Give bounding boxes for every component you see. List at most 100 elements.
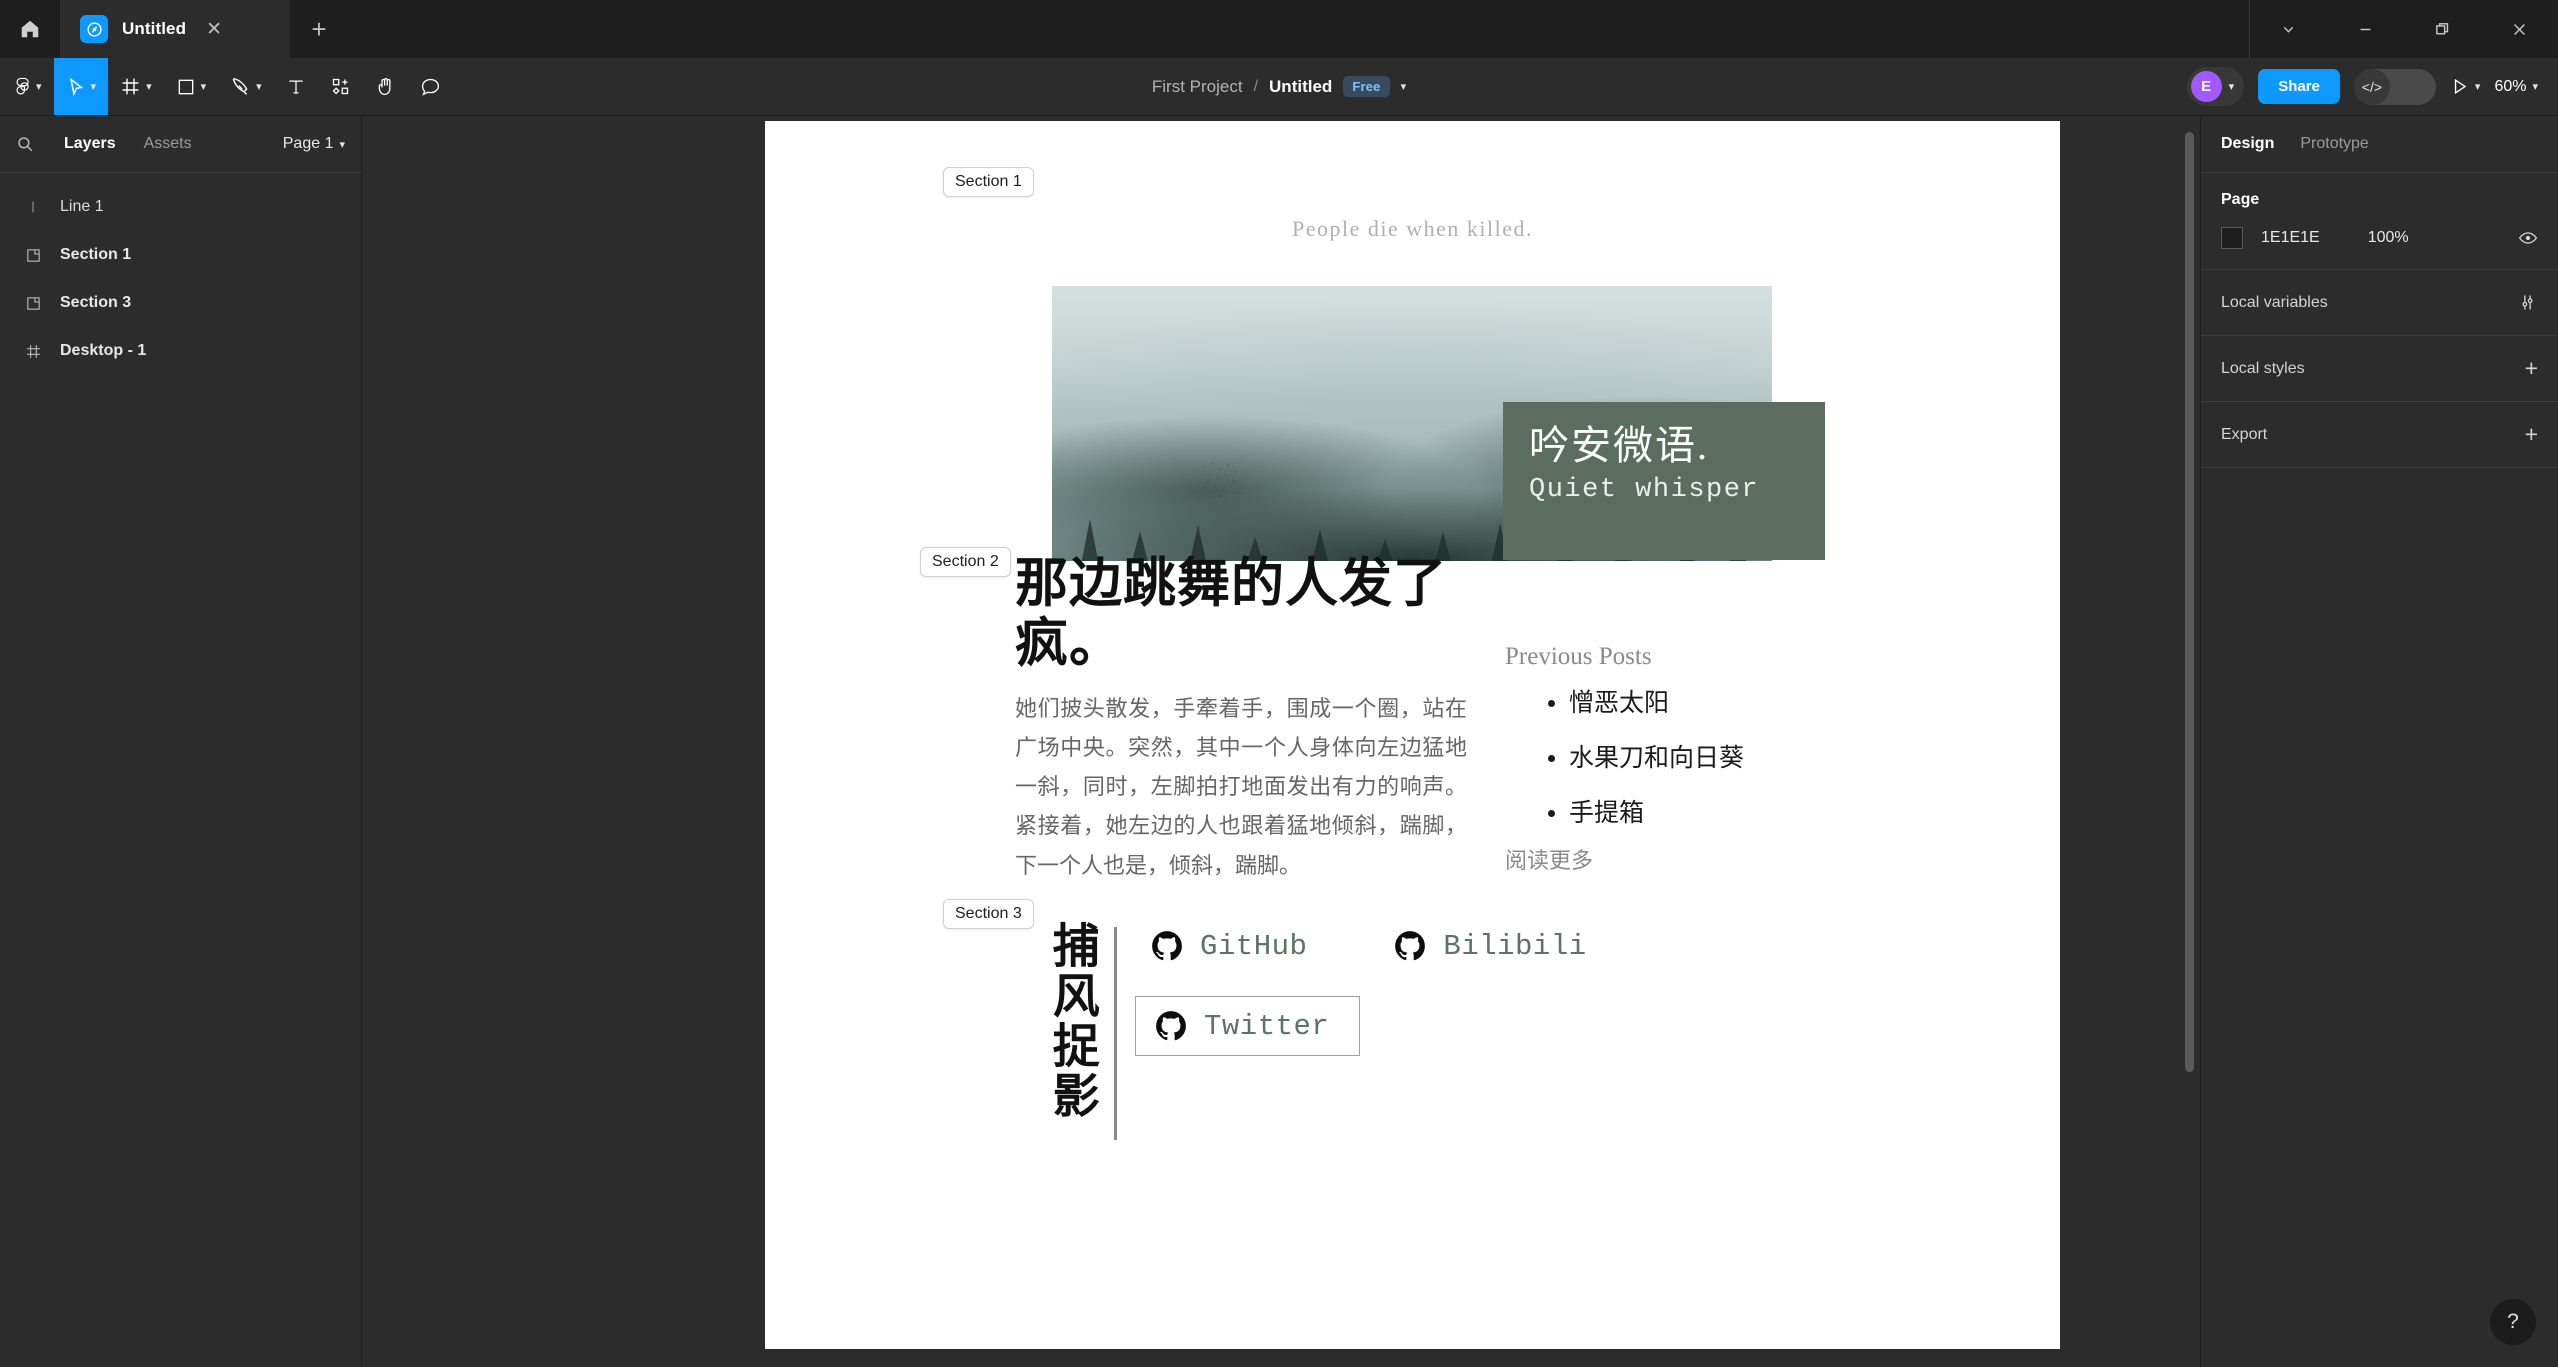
row-export[interactable]: Export +: [2201, 402, 2558, 468]
page-frame[interactable]: Section 1 People die when killed. 吟安微语. …: [765, 121, 2060, 1349]
github-icon: [1154, 1009, 1188, 1043]
section-badge-2[interactable]: Section 2: [920, 547, 1011, 577]
tab-design[interactable]: Design: [2221, 135, 2274, 153]
cursor-icon: [66, 77, 86, 97]
layer-row-desktop-1[interactable]: Desktop - 1: [0, 327, 361, 375]
previous-posts-title: Previous Posts: [1505, 643, 1652, 670]
main-toolbar: ▾ ▾ ▾ ▾ ▾ First Project / Untitled Free …: [0, 58, 2558, 116]
vertical-text: 捕风捉影: [1044, 921, 1097, 1121]
github-icon: [1150, 929, 1184, 963]
breadcrumb-file[interactable]: Untitled: [1269, 77, 1332, 97]
help-button[interactable]: ?: [2490, 1299, 2536, 1345]
social-link-bilibili[interactable]: Bilibili: [1393, 929, 1586, 963]
chevron-down-icon: ▾: [146, 81, 152, 93]
social-link-twitter[interactable]: Twitter: [1135, 996, 1361, 1056]
section-icon: [22, 295, 44, 312]
breadcrumb-separator: /: [1253, 77, 1259, 95]
move-tool[interactable]: ▾: [53, 58, 109, 115]
article-heading[interactable]: 那边跳舞的人发了疯。: [1015, 554, 1477, 675]
color-swatch[interactable]: [2221, 227, 2243, 249]
section-badge-3[interactable]: Section 3: [943, 899, 1034, 929]
share-button[interactable]: Share: [2258, 69, 2340, 104]
comment-icon: [420, 76, 441, 97]
color-opacity-value[interactable]: 100%: [2368, 229, 2409, 247]
chevron-down-icon: ▾: [36, 81, 42, 93]
read-more-link[interactable]: 阅读更多: [1505, 843, 1593, 875]
row-label: Export: [2221, 425, 2268, 443]
chevron-down-icon: ▾: [90, 81, 97, 93]
zoom-selector[interactable]: 60% ▾: [2494, 78, 2538, 96]
right-panel: Design Prototype Page 1E1E1E 100% Local …: [2200, 116, 2558, 1367]
row-label: Local variables: [2221, 293, 2328, 311]
row-local-variables[interactable]: Local variables: [2201, 270, 2558, 336]
list-item[interactable]: 手提箱: [1569, 793, 1744, 829]
restore-icon[interactable]: [2404, 0, 2481, 58]
page-selector[interactable]: Page 1 ▾: [283, 135, 345, 153]
right-panel-header: Design Prototype: [2201, 116, 2558, 173]
frame-icon: [120, 76, 141, 97]
green-title-card[interactable]: 吟安微语. Quiet whisper: [1503, 402, 1825, 560]
comment-tool[interactable]: [408, 58, 453, 115]
file-tab[interactable]: Untitled ✕: [60, 0, 290, 58]
pen-tool[interactable]: ▾: [218, 58, 274, 115]
page-settings-section: Page 1E1E1E 100%: [2201, 173, 2558, 270]
new-tab-button[interactable]: +: [290, 0, 348, 58]
home-icon: [19, 18, 41, 40]
design-canvas[interactable]: Section 1 People die when killed. 吟安微语. …: [362, 116, 2200, 1367]
user-presence[interactable]: E ▾: [2186, 67, 2245, 106]
present-button[interactable]: ▾: [2450, 77, 2481, 96]
previous-posts-list: 憎恶太阳 水果刀和向日葵 手提箱: [1543, 683, 1744, 848]
row-local-styles[interactable]: Local styles +: [2201, 336, 2558, 402]
sliders-icon[interactable]: [2517, 292, 2538, 313]
layer-row-line-1[interactable]: Line 1: [0, 183, 361, 231]
layer-label: Desktop - 1: [60, 342, 147, 359]
plan-badge[interactable]: Free: [1343, 76, 1390, 97]
list-item[interactable]: 水果刀和向日葵: [1569, 738, 1744, 774]
figma-menu-button[interactable]: ▾: [0, 58, 54, 115]
chevron-down-icon: ▾: [2474, 81, 2481, 93]
chevron-down-icon: ▾: [339, 138, 345, 151]
tab-title: Untitled: [122, 19, 187, 38]
chevron-down-icon[interactable]: [2250, 0, 2327, 58]
text-icon: [286, 77, 306, 97]
social-label: Bilibili: [1443, 929, 1587, 963]
row-label: Local styles: [2221, 359, 2305, 377]
close-icon[interactable]: [2481, 0, 2558, 58]
close-icon[interactable]: ✕: [206, 20, 222, 39]
file-menu-chevron-down-icon[interactable]: ▾: [1401, 82, 1407, 93]
frame-tool[interactable]: ▾: [108, 58, 164, 115]
canvas-vertical-scrollbar[interactable]: [2185, 132, 2194, 1072]
vertical-divider: [1113, 927, 1117, 1140]
color-hex-value[interactable]: 1E1E1E: [2261, 229, 2320, 247]
plus-icon[interactable]: +: [2525, 423, 2538, 446]
figma-file-icon: [80, 15, 108, 43]
tab-layers[interactable]: Layers: [50, 135, 130, 153]
minimize-icon[interactable]: [2327, 0, 2404, 58]
play-icon: [2450, 77, 2469, 96]
hand-tool[interactable]: [363, 58, 408, 115]
social-link-github[interactable]: GitHub: [1150, 929, 1307, 963]
list-item[interactable]: 憎恶太阳: [1569, 683, 1744, 719]
eye-icon[interactable]: [2518, 228, 2538, 248]
tab-assets[interactable]: Assets: [130, 135, 206, 153]
tabbar-spacer: [348, 0, 2249, 58]
layer-row-section-1[interactable]: Section 1: [0, 231, 361, 279]
components-tool[interactable]: [318, 58, 363, 115]
plus-icon[interactable]: +: [2525, 357, 2538, 380]
text-tool[interactable]: [274, 58, 318, 115]
tab-prototype[interactable]: Prototype: [2300, 135, 2368, 153]
home-button[interactable]: [0, 0, 60, 58]
layer-row-section-3[interactable]: Section 3: [0, 279, 361, 327]
search-icon[interactable]: [16, 135, 50, 153]
footer-vertical-title[interactable]: 捕风捉影: [1045, 921, 1117, 1140]
figma-app-window: Untitled ✕ + ▾ ▾ ▾ ▾ ▾ First Project / U…: [0, 0, 2558, 1367]
section-badge-1[interactable]: Section 1: [943, 167, 1034, 197]
breadcrumb-project[interactable]: First Project: [1152, 77, 1243, 97]
toolbar-right-group: E ▾ Share </> ▾ 60% ▾: [2186, 58, 2558, 115]
social-links-row: GitHub Bilibili: [1150, 929, 1587, 963]
rectangle-icon: [176, 77, 196, 97]
chevron-down-icon: ▾: [200, 81, 207, 93]
dev-mode-toggle[interactable]: </>: [2353, 68, 2436, 105]
shape-tool[interactable]: ▾: [164, 58, 219, 115]
article-body[interactable]: 她们披头散发，手牽着手，围成一个圈，站在广场中央。突然，其中一个人身体向左边猛地…: [1015, 689, 1467, 885]
